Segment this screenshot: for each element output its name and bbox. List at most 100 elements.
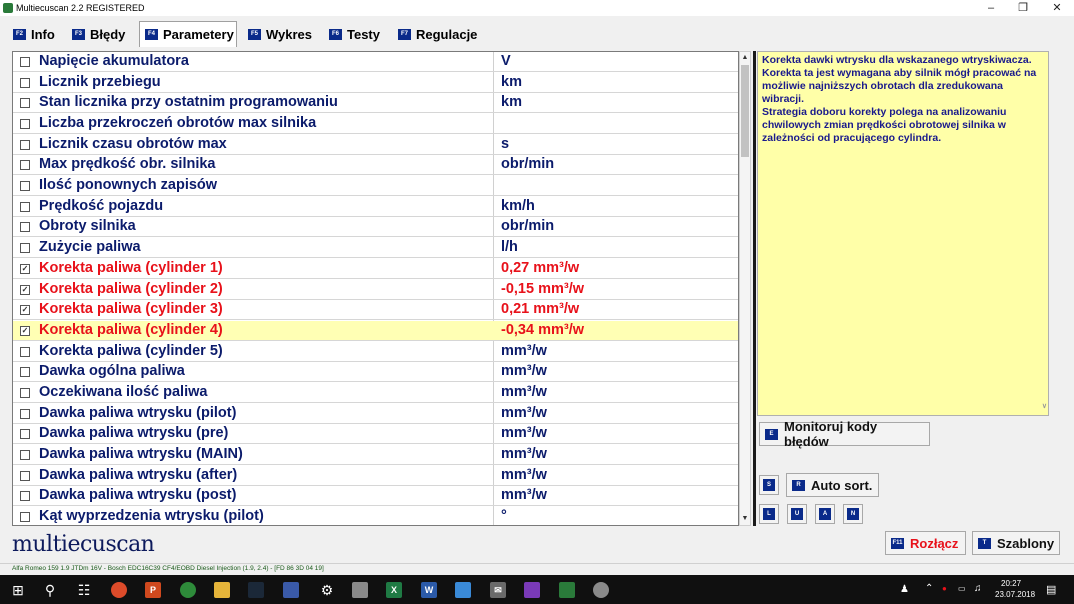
s-button[interactable]: S bbox=[759, 475, 779, 495]
task-view-icon[interactable]: ☷ bbox=[73, 579, 95, 601]
parameter-value: mm³/w bbox=[501, 343, 547, 359]
disconnect-button[interactable]: F11 Rozłącz bbox=[885, 531, 966, 555]
scroll-up-icon[interactable]: ▲ bbox=[740, 52, 750, 64]
excel-icon[interactable]: X bbox=[386, 582, 402, 598]
key-badge: A bbox=[819, 508, 831, 520]
search-icon[interactable]: ⚲ bbox=[39, 579, 61, 601]
table-row[interactable]: Max prędkość obr. silnika obr/min bbox=[13, 155, 738, 175]
chrome-icon[interactable] bbox=[111, 582, 127, 598]
templates-button[interactable]: T Szablony bbox=[972, 531, 1060, 555]
table-row[interactable]: Kąt wyprzedzenia wtrysku (pilot) ° bbox=[13, 507, 738, 525]
u-button[interactable]: U bbox=[787, 504, 807, 524]
row-checkbox[interactable] bbox=[20, 367, 30, 377]
table-row[interactable]: Dawka paliwa wtrysku (after) mm³/w bbox=[13, 466, 738, 486]
powerpoint-icon[interactable]: P bbox=[145, 582, 161, 598]
scroll-down-icon[interactable]: ▼ bbox=[740, 513, 750, 525]
clock-time[interactable]: 20:27 bbox=[1001, 579, 1021, 588]
row-checkbox[interactable] bbox=[20, 409, 30, 419]
row-checkbox[interactable] bbox=[20, 98, 30, 108]
windows-start-icon[interactable]: ⊞ bbox=[7, 579, 29, 601]
table-row[interactable]: Licznik czasu obrotów max s bbox=[13, 135, 738, 155]
tab-chart[interactable]: F5 Wykres bbox=[243, 22, 319, 46]
row-checkbox[interactable] bbox=[20, 160, 30, 170]
app-icon[interactable] bbox=[455, 582, 471, 598]
row-checkbox[interactable] bbox=[20, 57, 30, 67]
a-button[interactable]: A bbox=[815, 504, 835, 524]
mail-icon[interactable]: ✉ bbox=[490, 582, 506, 598]
file-explorer-icon[interactable] bbox=[214, 582, 230, 598]
tab-info[interactable]: F2 Info bbox=[8, 22, 64, 46]
maximize-icon[interactable]: ❐ bbox=[1006, 0, 1040, 16]
table-row[interactable]: Dawka paliwa wtrysku (MAIN) mm³/w bbox=[13, 445, 738, 465]
scrollbar-thumb[interactable] bbox=[741, 65, 749, 157]
tab-tests[interactable]: F6 Testy bbox=[324, 22, 388, 46]
table-row[interactable]: Korekta paliwa (cylinder 5) mm³/w bbox=[13, 342, 738, 362]
row-checkbox[interactable] bbox=[20, 450, 30, 460]
table-row[interactable]: Licznik przebiegu km bbox=[13, 73, 738, 93]
row-checkbox[interactable] bbox=[20, 491, 30, 501]
row-checkbox[interactable] bbox=[20, 347, 30, 357]
row-checkbox-checked[interactable]: ✓ bbox=[20, 326, 30, 336]
steam-icon[interactable] bbox=[248, 582, 264, 598]
chevron-down-icon[interactable]: ∨ bbox=[1042, 400, 1047, 413]
battery-icon[interactable]: ▭ bbox=[958, 584, 966, 593]
row-checkbox[interactable] bbox=[20, 181, 30, 191]
utorrent-icon[interactable] bbox=[180, 582, 196, 598]
f5-key-badge: F5 bbox=[248, 28, 261, 40]
table-row[interactable]: Dawka paliwa wtrysku (pre) mm³/w bbox=[13, 424, 738, 444]
close-icon[interactable]: ✕ bbox=[1040, 0, 1074, 16]
word-icon[interactable]: W bbox=[421, 582, 437, 598]
table-row[interactable]: Ilość ponownych zapisów bbox=[13, 176, 738, 196]
row-checkbox[interactable] bbox=[20, 78, 30, 88]
row-checkbox[interactable] bbox=[20, 119, 30, 129]
network-icon[interactable]: ● bbox=[942, 584, 947, 593]
l-button[interactable]: L bbox=[759, 504, 779, 524]
app-icon[interactable] bbox=[283, 582, 299, 598]
table-scrollbar[interactable]: ▲ ▼ bbox=[739, 51, 751, 526]
clock-date[interactable]: 23.07.2018 bbox=[995, 590, 1035, 599]
app-icon[interactable] bbox=[352, 582, 368, 598]
table-row[interactable]: Dawka paliwa wtrysku (post) mm³/w bbox=[13, 486, 738, 506]
table-row[interactable]: Prędkość pojazdu km/h bbox=[13, 197, 738, 217]
volume-icon[interactable]: ♫ bbox=[974, 583, 982, 594]
table-row[interactable]: Liczba przekroczeń obrotów max silnika bbox=[13, 114, 738, 134]
row-checkbox[interactable] bbox=[20, 429, 30, 439]
table-row[interactable]: Dawka ogólna paliwa mm³/w bbox=[13, 362, 738, 382]
multiecuscan-taskbar-icon[interactable] bbox=[559, 582, 575, 598]
monitor-error-codes-button[interactable]: E Monitoruj kody błędów bbox=[759, 419, 930, 449]
tab-errors[interactable]: F3 Błędy bbox=[67, 22, 137, 46]
app-icon[interactable] bbox=[524, 582, 540, 598]
table-row[interactable]: Oczekiwana ilość paliwa mm³/w bbox=[13, 383, 738, 403]
row-checkbox[interactable] bbox=[20, 202, 30, 212]
panel-splitter[interactable] bbox=[753, 51, 756, 526]
table-row[interactable]: Obroty silnika obr/min bbox=[13, 217, 738, 237]
settings-gear-icon[interactable]: ⚙ bbox=[316, 579, 338, 601]
auto-sort-button[interactable]: R Auto sort. bbox=[786, 473, 879, 497]
minimize-icon[interactable]: – bbox=[974, 0, 1008, 16]
table-row[interactable]: Zużycie paliwa l/h bbox=[13, 238, 738, 258]
row-checkbox[interactable] bbox=[20, 512, 30, 522]
key-badge: U bbox=[791, 508, 803, 520]
tray-chevron-icon[interactable]: ⌃ bbox=[925, 583, 933, 594]
table-row[interactable]: ✓ Korekta paliwa (cylinder 2) -0,15 mm³/w bbox=[13, 280, 738, 300]
tab-parameters[interactable]: F4 Parametery bbox=[139, 21, 237, 47]
table-row[interactable]: Stan licznika przy ostatnim programowani… bbox=[13, 93, 738, 113]
row-checkbox-checked[interactable]: ✓ bbox=[20, 285, 30, 295]
people-icon[interactable]: ♟ bbox=[900, 584, 909, 595]
row-checkbox-checked[interactable]: ✓ bbox=[20, 305, 30, 315]
row-checkbox[interactable] bbox=[20, 243, 30, 253]
row-checkbox[interactable] bbox=[20, 222, 30, 232]
notification-icon[interactable]: ▤ bbox=[1046, 583, 1056, 596]
row-checkbox[interactable] bbox=[20, 388, 30, 398]
row-checkbox-checked[interactable]: ✓ bbox=[20, 264, 30, 274]
table-row[interactable]: Napięcie akumulatora V bbox=[13, 52, 738, 72]
n-button[interactable]: N bbox=[843, 504, 863, 524]
tab-adjustments[interactable]: F7 Regulacje bbox=[393, 22, 485, 46]
table-row[interactable]: Dawka paliwa wtrysku (pilot) mm³/w bbox=[13, 404, 738, 424]
table-row[interactable]: ✓ Korekta paliwa (cylinder 3) 0,21 mm³/w bbox=[13, 300, 738, 320]
app-icon[interactable] bbox=[593, 582, 609, 598]
row-checkbox[interactable] bbox=[20, 471, 30, 481]
table-row-selected[interactable]: ✓ Korekta paliwa (cylinder 4) -0,34 mm³/w bbox=[13, 321, 738, 341]
table-row[interactable]: ✓ Korekta paliwa (cylinder 1) 0,27 mm³/w bbox=[13, 259, 738, 279]
row-checkbox[interactable] bbox=[20, 140, 30, 150]
